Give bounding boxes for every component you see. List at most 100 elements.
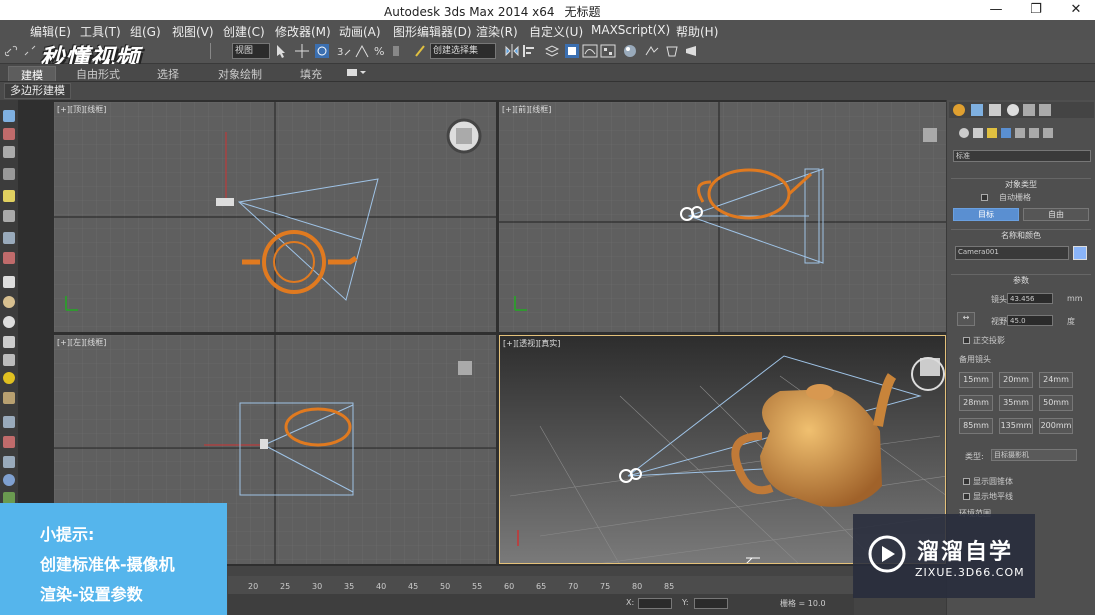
display-tab-icon[interactable]	[1023, 104, 1035, 116]
globe-icon[interactable]	[3, 474, 15, 486]
render-production-icon[interactable]	[684, 43, 700, 59]
select-object-icon[interactable]	[274, 43, 290, 59]
spacewarp-icon[interactable]	[3, 232, 15, 244]
teapot-icon[interactable]	[3, 456, 15, 468]
free-camera-button[interactable]: 自由	[1023, 208, 1089, 221]
x-coord-input[interactable]	[638, 598, 672, 609]
scene-explorer-icon[interactable]	[564, 43, 580, 59]
viewport-label[interactable]: [+][左][线框]	[57, 337, 106, 348]
reference-coordinate-select[interactable]: 视图	[232, 43, 270, 59]
grid-icon[interactable]	[3, 168, 15, 180]
menu-rendering[interactable]: 渲染(R)	[476, 23, 518, 40]
named-selection-icon[interactable]	[412, 43, 428, 59]
rotate-icon[interactable]	[314, 43, 330, 59]
object-color-swatch[interactable]	[1073, 246, 1087, 260]
close-button[interactable]: ✕	[1056, 0, 1095, 20]
geometry-icon[interactable]	[959, 128, 969, 138]
curve-editor-icon[interactable]	[582, 43, 598, 59]
tube-icon[interactable]	[3, 436, 15, 448]
tab-object-paint[interactable]: 对象绘制	[218, 66, 262, 81]
spinner-snap-icon[interactable]	[390, 43, 406, 59]
object-type-header[interactable]: 对象类型	[951, 178, 1091, 190]
show-cone-checkbox[interactable]	[963, 478, 970, 485]
orthographic-checkbox[interactable]	[963, 337, 970, 344]
lens-50mm-button[interactable]: 50mm	[1039, 395, 1073, 411]
cylinder-icon[interactable]	[3, 336, 15, 348]
lens-20mm-button[interactable]: 20mm	[999, 372, 1033, 388]
utilities-tab-icon[interactable]	[1039, 104, 1051, 116]
sun-icon[interactable]	[3, 372, 15, 384]
lights-icon[interactable]	[987, 128, 997, 138]
cameras-icon[interactable]	[1001, 128, 1011, 138]
viewport-top[interactable]: [+][顶][线框]	[54, 102, 496, 332]
tab-freeform[interactable]: 自由形式	[76, 66, 120, 81]
tab-populate[interactable]: 填充	[300, 66, 322, 81]
lens-24mm-button[interactable]: 24mm	[1039, 372, 1073, 388]
lens-15mm-button[interactable]: 15mm	[959, 372, 993, 388]
angle-snap-icon[interactable]	[354, 43, 370, 59]
create-shape-icon[interactable]	[3, 110, 15, 122]
modify-tab-icon[interactable]	[971, 104, 983, 116]
geosphere-icon[interactable]	[3, 316, 15, 328]
link-icon[interactable]	[4, 43, 20, 59]
material-editor-icon[interactable]	[622, 43, 638, 59]
lens-200mm-button[interactable]: 200mm	[1039, 418, 1073, 434]
parameters-header[interactable]: 参数	[951, 274, 1091, 286]
system-icon[interactable]	[3, 252, 15, 264]
hierarchy-tab-icon[interactable]	[989, 104, 1001, 116]
menu-help[interactable]: 帮助(H)	[676, 23, 718, 40]
pyramid-icon[interactable]	[3, 416, 15, 428]
named-selection-set-select[interactable]: 创建选择集	[430, 43, 496, 59]
unlink-icon[interactable]	[22, 43, 38, 59]
shapes-icon[interactable]	[973, 128, 983, 138]
light-bulb-icon[interactable]	[3, 190, 15, 202]
create-box-icon[interactable]	[3, 128, 15, 140]
motion-tab-icon[interactable]	[1007, 104, 1019, 116]
lens-28mm-button[interactable]: 28mm	[959, 395, 993, 411]
menu-customize[interactable]: 自定义(U)	[529, 23, 583, 40]
mirror-icon[interactable]	[504, 43, 520, 59]
menu-modifiers[interactable]: 修改器(M)	[275, 23, 331, 40]
viewport-front[interactable]: [+][前][线框]	[499, 102, 946, 332]
render-setup-icon[interactable]	[644, 43, 660, 59]
fov-direction-button[interactable]: ↔	[957, 312, 975, 326]
ribbon-options-icon[interactable]	[346, 68, 366, 78]
viewport-label[interactable]: [+][顶][线框]	[57, 104, 106, 115]
lens-85mm-button[interactable]: 85mm	[959, 418, 993, 434]
camera-type-dropdown[interactable]: 目标摄影机	[991, 449, 1077, 461]
polygon-modeling-label[interactable]: 多边形建模	[4, 83, 71, 99]
spacewarps-icon[interactable]	[1029, 128, 1039, 138]
menu-create[interactable]: 创建(C)	[223, 23, 265, 40]
category-dropdown[interactable]: 标准	[953, 150, 1091, 162]
helper-icon[interactable]	[3, 210, 15, 222]
minimize-button[interactable]: —	[976, 0, 1016, 20]
systems-icon[interactable]	[1043, 128, 1053, 138]
menu-views[interactable]: 视图(V)	[172, 23, 214, 40]
menu-maxscript[interactable]: MAXScript(X)	[591, 23, 670, 37]
align-icon[interactable]	[522, 43, 538, 59]
cone-icon[interactable]	[3, 354, 15, 366]
snap-3d-icon[interactable]: 3	[336, 43, 352, 59]
helpers-icon[interactable]	[1015, 128, 1025, 138]
time-slider-track[interactable]: 20 25 30 35 40 45 50 55 60 65 70 75 80 8…	[228, 576, 854, 594]
lens-35mm-button[interactable]: 35mm	[999, 395, 1033, 411]
maximize-button[interactable]: ❐	[1016, 0, 1056, 20]
layer-manager-icon[interactable]	[544, 43, 560, 59]
object-name-input[interactable]: Camera001	[955, 246, 1069, 260]
tab-modeling[interactable]: 建模	[8, 66, 56, 82]
tab-selection[interactable]: 选择	[157, 66, 179, 81]
schematic-view-icon[interactable]	[600, 43, 616, 59]
plane-icon[interactable]	[3, 276, 15, 288]
rendered-frame-icon[interactable]	[664, 43, 680, 59]
name-color-header[interactable]: 名称和颜色	[951, 229, 1091, 241]
move-icon[interactable]	[294, 43, 310, 59]
list-icon[interactable]	[3, 146, 15, 158]
y-coord-input[interactable]	[694, 598, 728, 609]
autogrid-checkbox[interactable]	[981, 194, 988, 201]
fov-input[interactable]: 45.0	[1007, 315, 1053, 326]
torus-icon[interactable]	[3, 392, 15, 404]
menu-graph-editors[interactable]: 图形编辑器(D)	[393, 23, 472, 40]
menu-animation[interactable]: 动画(A)	[339, 23, 381, 40]
show-horizon-checkbox[interactable]	[963, 493, 970, 500]
target-camera-button[interactable]: 目标	[953, 208, 1019, 221]
